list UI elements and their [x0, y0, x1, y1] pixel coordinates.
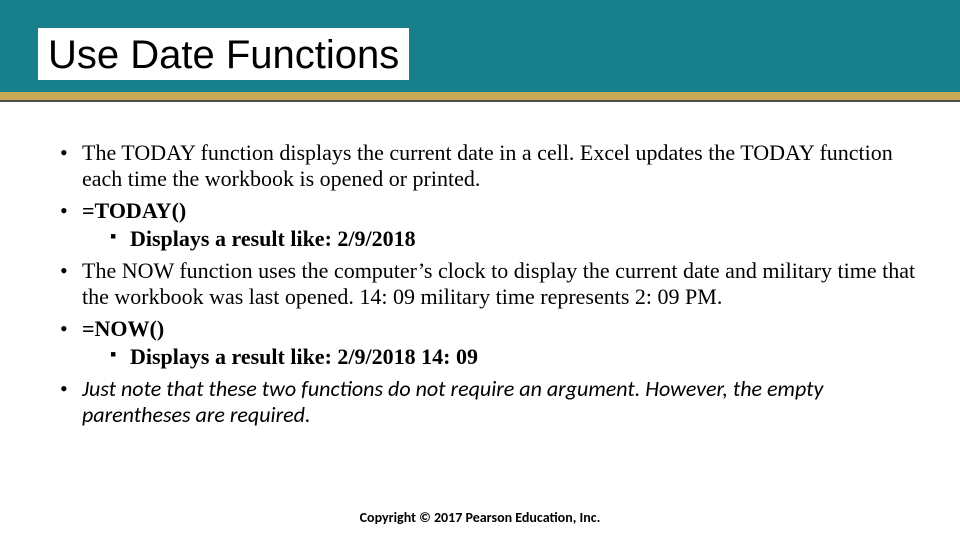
sub-bullet-text: Displays a result like: 2/9/2018 — [130, 226, 416, 251]
title-band-gold — [0, 92, 960, 100]
sub-bullet-item: Displays a result like: 2/9/2018 — [110, 226, 920, 252]
copyright-footer: Copyright © 2017 Pearson Education, Inc. — [0, 509, 960, 526]
slide: Use Date Functions The TODAY function di… — [0, 0, 960, 540]
content-area: The TODAY function displays the current … — [60, 140, 920, 434]
bullet-text: =NOW() — [82, 316, 164, 341]
bullet-text: The TODAY function displays the current … — [82, 140, 893, 191]
bullet-text: Just note that these two functions do no… — [82, 375, 823, 428]
bullet-list: The TODAY function displays the current … — [60, 140, 920, 428]
title-underline — [0, 100, 960, 102]
bullet-item: The NOW function uses the computer’s clo… — [60, 258, 920, 310]
bullet-item: =TODAY() Displays a result like: 2/9/2018 — [60, 198, 920, 252]
bullet-item: Just note that these two functions do no… — [60, 376, 920, 428]
bullet-item: The TODAY function displays the current … — [60, 140, 920, 192]
sub-bullet-text: Displays a result like: 2/9/2018 14: 09 — [130, 344, 478, 369]
bullet-item: =NOW() Displays a result like: 2/9/2018 1… — [60, 316, 920, 370]
sub-bullet-item: Displays a result like: 2/9/2018 14: 09 — [110, 344, 920, 370]
slide-title: Use Date Functions — [38, 28, 409, 80]
sub-bullet-list: Displays a result like: 2/9/2018 — [82, 226, 920, 252]
bullet-text: The NOW function uses the computer’s clo… — [82, 258, 915, 309]
bullet-text: =TODAY() — [82, 198, 186, 223]
sub-bullet-list: Displays a result like: 2/9/2018 14: 09 — [82, 344, 920, 370]
